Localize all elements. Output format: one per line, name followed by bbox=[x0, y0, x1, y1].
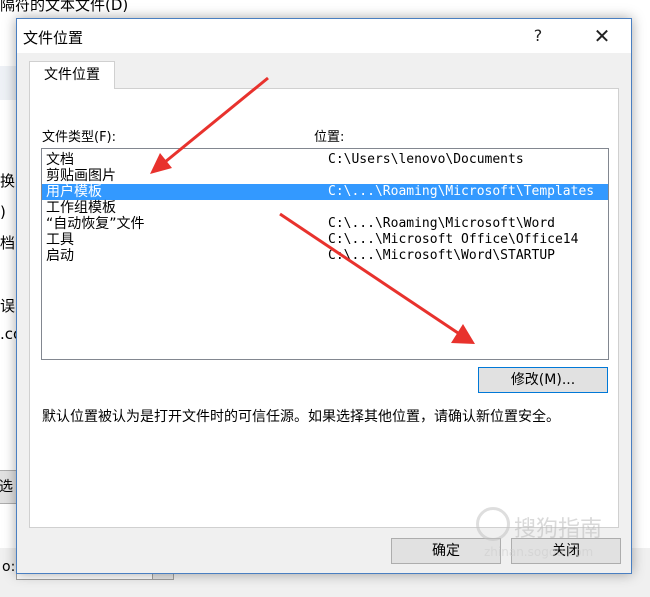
modify-button[interactable]: 修改(M)... bbox=[478, 367, 608, 393]
list-item-type: 工作组模板 bbox=[46, 200, 116, 216]
close-icon[interactable]: ✕ bbox=[587, 23, 617, 49]
dialog-titlebar: 文件位置 ? ✕ bbox=[17, 19, 631, 53]
trusted-location-note: 默认位置被认为是打开文件时的可信任源。如果选择其他位置，请确认新位置安全。 bbox=[42, 409, 560, 425]
list-item-type: 用户模板 bbox=[46, 184, 102, 200]
file-type-label: 文件类型(F): bbox=[42, 130, 117, 145]
list-item-path: C:\...\Roaming\Microsoft\Templates bbox=[328, 184, 595, 199]
dialog-title: 文件位置 bbox=[23, 29, 84, 47]
list-item[interactable]: 文档 C:\Users\lenovo\Documents bbox=[42, 152, 608, 168]
tab-panel: 文件类型(F): 位置: 文档 C:\Users\lenovo\Document… bbox=[29, 88, 619, 528]
list-item-path: C:\...\Microsoft\Word\STARTUP bbox=[328, 248, 555, 263]
dialog-content: 文件位置 文件类型(F): 位置: 文档 C:\Users\lenovo\Doc… bbox=[17, 53, 631, 573]
list-item-type: 文档 bbox=[46, 152, 74, 168]
background-menu-text: 隔符的文本文件(D) bbox=[0, 0, 129, 14]
list-item-path: C:\Users\lenovo\Documents bbox=[328, 152, 524, 167]
tab-file-locations[interactable]: 文件位置 bbox=[29, 61, 115, 89]
list-item-type: “自动恢复”文件 bbox=[46, 216, 145, 232]
list-item[interactable]: 工作组模板 bbox=[42, 200, 608, 216]
list-item-type: 剪贴画图片 bbox=[46, 168, 116, 184]
ok-button[interactable]: 确定 bbox=[391, 538, 501, 564]
list-item[interactable]: 工具 C:\...\Microsoft Office\Office14 bbox=[42, 232, 608, 248]
list-item[interactable]: 启动 C:\...\Microsoft\Word\STARTUP bbox=[42, 248, 608, 264]
list-item-selected[interactable]: 用户模板 C:\...\Roaming\Microsoft\Templates bbox=[42, 184, 608, 200]
help-button[interactable]: ? bbox=[523, 23, 553, 49]
list-item-path: C:\...\Microsoft Office\Office14 bbox=[328, 232, 579, 247]
background-fragment: ) bbox=[0, 203, 6, 221]
location-label: 位置: bbox=[314, 130, 345, 145]
list-item-type: 启动 bbox=[46, 248, 74, 264]
list-item-type: 工具 bbox=[46, 232, 74, 248]
file-locations-dialog: 文件位置 ? ✕ 文件位置 文件类型(F): 位置: 文档 C:\Users\l… bbox=[16, 18, 632, 574]
list-item-path: C:\...\Roaming\Microsoft\Word bbox=[328, 216, 555, 231]
list-item[interactable]: “自动恢复”文件 C:\...\Roaming\Microsoft\Word bbox=[42, 216, 608, 232]
close-button[interactable]: 关闭 bbox=[511, 538, 621, 564]
background-footer-label: o: bbox=[2, 559, 16, 575]
file-locations-list[interactable]: 文档 C:\Users\lenovo\Documents 剪贴画图片 用户模板 … bbox=[41, 148, 609, 360]
list-item[interactable]: 剪贴画图片 bbox=[42, 168, 608, 184]
